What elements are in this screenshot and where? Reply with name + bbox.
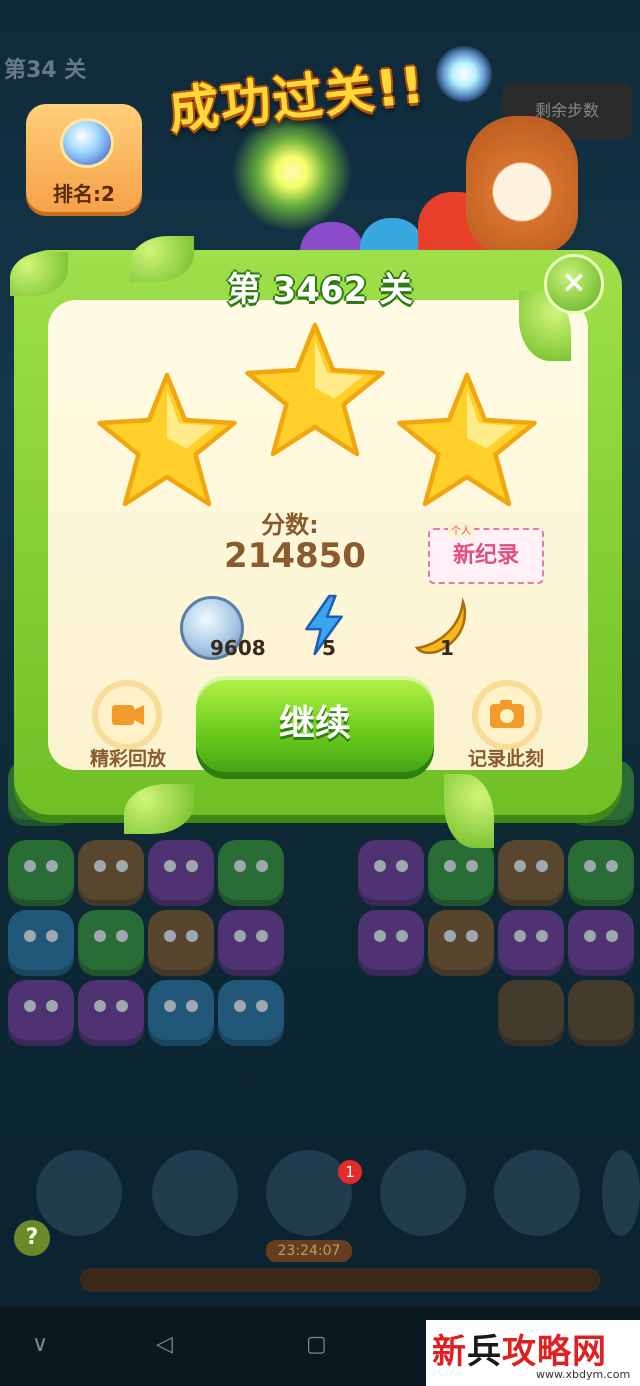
frog-tile [218,840,284,906]
watermark-brand: 新兵攻略网 [432,1332,607,1372]
capture-label[interactable]: 记录此刻 [446,744,566,771]
watermark: 新兵攻略网 www.xbdym.com [426,1320,640,1386]
score-value: 214850 [224,536,366,576]
frog-tile [428,840,494,906]
hud-level-indicator: 第34 关 [4,58,87,83]
rank-label: 排名:2 [53,182,115,206]
owl-tile [148,840,214,906]
star-icon [97,372,237,507]
replay-button[interactable] [92,680,162,750]
blob-tile [8,910,74,976]
firework-icon [436,46,492,102]
star-icon [397,372,537,507]
booster-slot[interactable] [36,1150,122,1236]
owl-tile [568,910,634,976]
booster-slot[interactable] [152,1150,238,1236]
owl-tile [358,910,424,976]
blob-tile [218,980,284,1046]
new-record-caption: 个人 [448,522,474,537]
lightning-count: 5 [322,636,336,660]
frog-tile [568,840,634,906]
raccoon-mascot [466,116,578,254]
star-icon [245,322,385,457]
panel-level-title: 第 3462 关 [226,270,414,310]
capture-button[interactable] [472,680,542,750]
watermark-url: www.xbdym.com [536,1368,631,1381]
bear-tile [78,840,144,906]
crate-tile [498,980,564,1046]
replay-label[interactable]: 精彩回放 [68,744,188,771]
help-button[interactable]: ? [14,1220,50,1256]
owl-tile [78,980,144,1046]
back-icon[interactable]: ◁ [156,1332,173,1357]
camera-icon [490,700,524,728]
booster-slot[interactable] [494,1150,580,1236]
continue-button[interactable]: 继续 [196,676,434,772]
frog-tile [8,840,74,906]
owl-tile [498,910,564,976]
booster-slot[interactable] [380,1150,466,1236]
menu-chevron-icon[interactable]: ∨ [32,1332,48,1357]
blob-tile [148,980,214,1046]
home-icon[interactable]: ▢ [306,1332,327,1357]
diamond-icon [60,118,114,168]
video-camera-icon [112,705,144,725]
close-button[interactable]: × [544,254,604,314]
bear-tile [498,840,564,906]
coin-count: 9608 [210,636,266,660]
new-record-stamp: 新纪录 [428,528,544,584]
booster-timer: 23:24:07 [266,1240,352,1262]
booster-slot[interactable] [266,1150,352,1236]
level-complete-title: 成功过关!! [166,55,429,141]
banana-count: 1 [440,636,454,660]
rank-badge[interactable]: 排名:2 [26,104,142,212]
owl-tile [8,980,74,1046]
booster-slot[interactable] [602,1150,640,1236]
owl-tile [358,840,424,906]
score-label: 分数: [261,511,319,539]
branch-decoration [80,1268,600,1292]
crate-tile [568,980,634,1046]
bear-tile [428,910,494,976]
owl-tile [218,910,284,976]
bear-tile [148,910,214,976]
frog-tile [78,910,144,976]
booster-count-badge: 1 [338,1160,362,1184]
